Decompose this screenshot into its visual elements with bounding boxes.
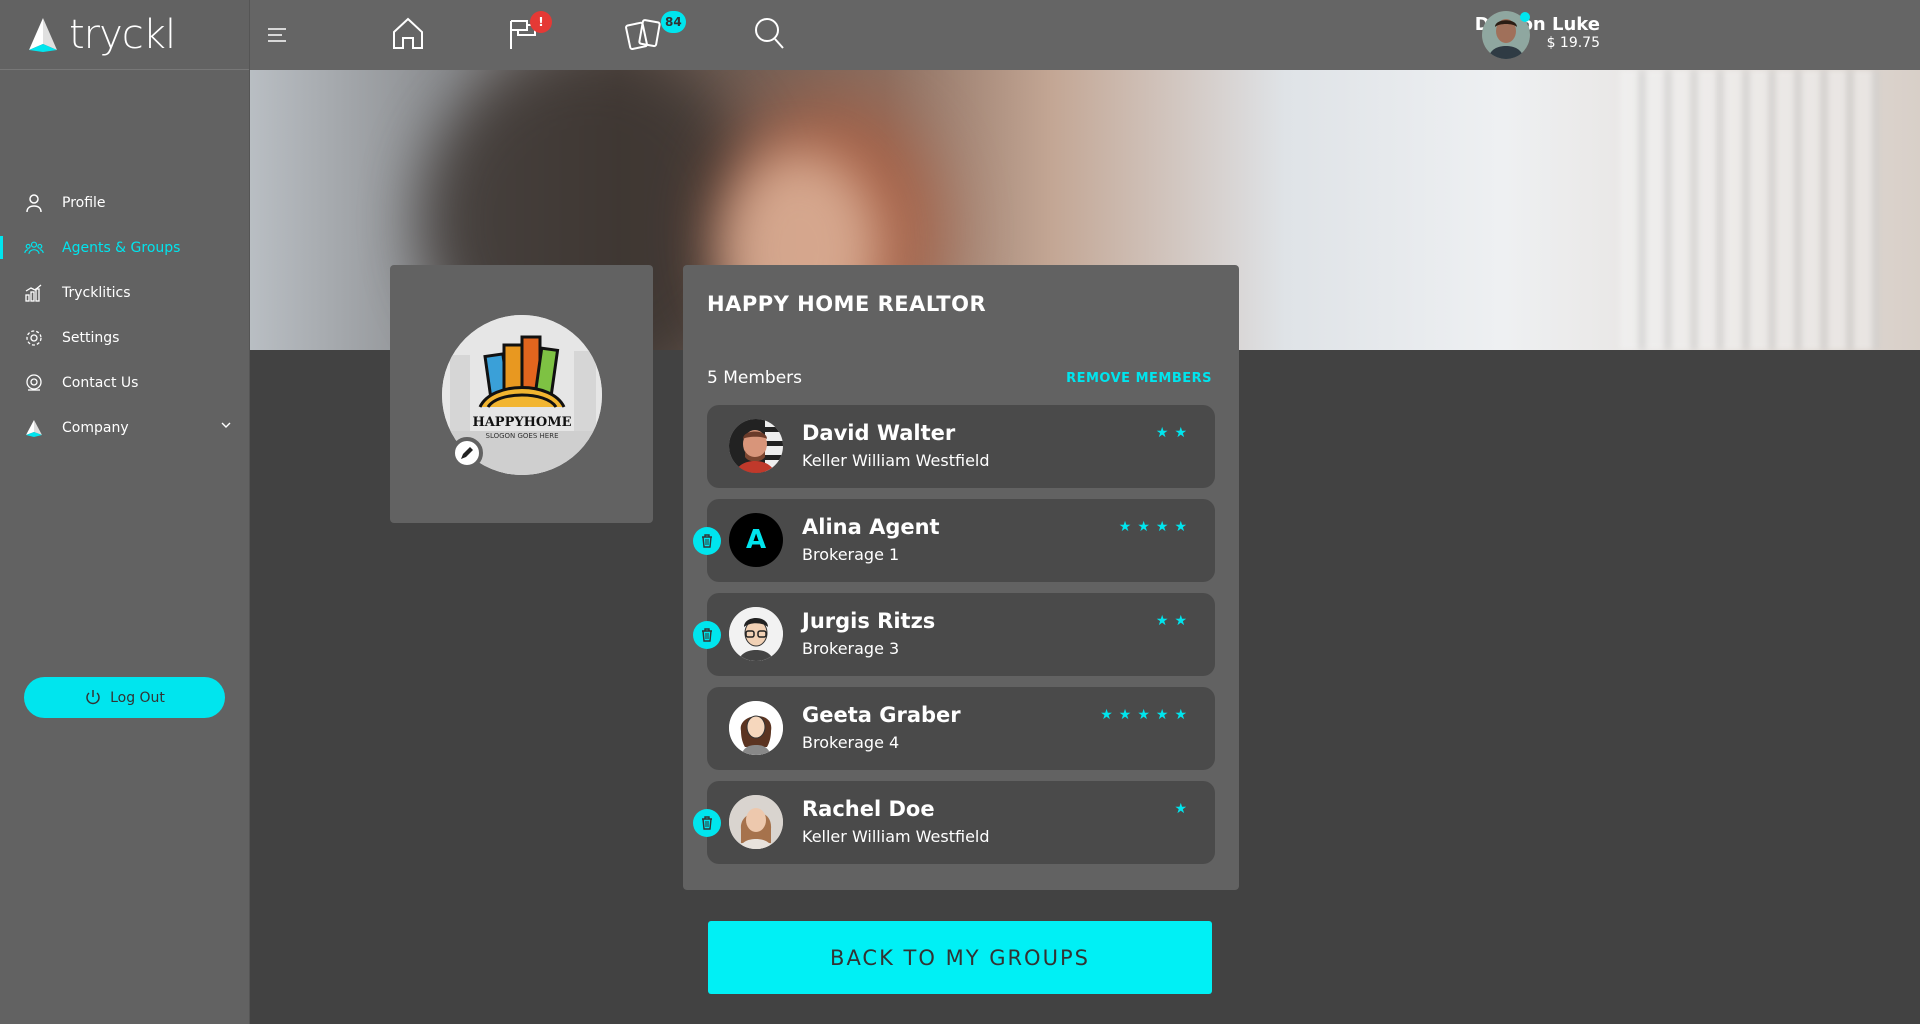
member-rating-stars: ★★★★: [1118, 519, 1193, 535]
remove-member-button[interactable]: [693, 527, 721, 555]
member-brokerage: Brokerage 1: [802, 545, 900, 564]
home-button[interactable]: [391, 15, 425, 55]
tryckl-logo-icon: [29, 17, 57, 52]
search-button[interactable]: [752, 15, 786, 55]
member-card[interactable]: Rachel Doe Keller William Westfield ★: [693, 781, 1215, 864]
home-icon: [393, 17, 423, 49]
sidebar-nav: Profile Agents & Groups Trycklitics Sett…: [0, 180, 250, 450]
sidebar-item-label: Agents & Groups: [62, 239, 181, 256]
sidebar-item-label: Company: [62, 419, 129, 436]
member-card[interactable]: A Alina Agent Brokerage 1 ★★★★: [693, 499, 1215, 582]
logout-label: Log Out: [110, 689, 165, 706]
member-initial: A: [745, 525, 767, 555]
member-brokerage: Keller William Westfield: [802, 451, 990, 470]
sidebar-item-contact-us[interactable]: Contact Us: [0, 360, 250, 405]
member-card[interactable]: David Walter Keller William Westfield ★★: [707, 405, 1215, 488]
group-title: HAPPY HOME REALTOR: [707, 292, 987, 316]
chart-icon: [25, 284, 42, 302]
sidebar-item-label: Profile: [62, 194, 106, 211]
brand-logo[interactable]: tryckl: [0, 0, 249, 70]
online-status-dot: [1520, 12, 1530, 22]
member-brokerage: Brokerage 4: [802, 733, 900, 752]
group-details-card: HAPPY HOME REALTOR 5 Members REMOVE MEMB…: [683, 265, 1239, 890]
member-avatar: [729, 419, 783, 473]
brand-name: tryckl: [69, 11, 176, 58]
user-icon: [26, 193, 42, 212]
cards-badge: 84: [661, 11, 686, 33]
member-card[interactable]: Geeta Graber Brokerage 4 ★★★★★: [707, 687, 1215, 770]
member-rating-stars: ★★: [1155, 613, 1193, 629]
hamburger-icon: [268, 28, 286, 42]
member-avatar: [729, 795, 783, 849]
chevron-down-icon: [221, 422, 231, 428]
member-rating-stars: ★★: [1155, 425, 1193, 441]
group-logo-card: HAPPYHOME SLOGON GOES HERE: [390, 265, 653, 523]
logout-button[interactable]: Log Out: [24, 677, 225, 718]
member-name: Geeta Graber: [802, 703, 961, 727]
menu-button[interactable]: [266, 23, 290, 51]
members-count: 5 Members: [707, 368, 803, 388]
member-rating-stars: ★: [1174, 801, 1193, 817]
notifications-badge: !: [530, 11, 552, 33]
gear-icon: [26, 329, 42, 346]
sidebar-item-label: Settings: [62, 329, 120, 346]
company-logo-icon: [26, 419, 42, 437]
member-brokerage: Brokerage 3: [802, 639, 900, 658]
member-name: Alina Agent: [802, 515, 940, 539]
trash-icon: [702, 816, 712, 830]
cards-icon: [625, 19, 661, 51]
back-to-groups-button[interactable]: BACK TO MY GROUPS: [708, 921, 1212, 994]
remove-members-link[interactable]: REMOVE MEMBERS: [1066, 371, 1212, 386]
search-icon: [755, 18, 784, 49]
member-avatar: [729, 701, 783, 755]
remove-member-button[interactable]: [693, 621, 721, 649]
sidebar-item-label: Contact Us: [62, 374, 139, 391]
member-brokerage: Keller William Westfield: [802, 827, 990, 846]
member-name: David Walter: [802, 421, 956, 445]
pencil-icon: [461, 447, 473, 459]
member-avatar: [729, 607, 783, 661]
trash-icon: [702, 628, 712, 642]
power-icon: [86, 689, 100, 704]
member-name: Rachel Doe: [802, 797, 935, 821]
member-card[interactable]: Jurgis Ritzs Brokerage 3 ★★: [693, 593, 1215, 676]
sidebar-item-profile[interactable]: Profile: [0, 180, 250, 225]
sidebar-item-agents-groups[interactable]: Agents & Groups: [0, 225, 250, 270]
remove-member-button[interactable]: [693, 809, 721, 837]
edit-logo-button[interactable]: [451, 437, 483, 469]
member-avatar: A: [729, 513, 783, 567]
sidebar-item-settings[interactable]: Settings: [0, 315, 250, 360]
top-bar: ! 84 Damon Luke $ 19.75: [250, 0, 1920, 70]
sidebar-item-trycklitics[interactable]: Trycklitics: [0, 270, 250, 315]
trash-icon: [702, 534, 712, 548]
support-icon: [26, 373, 42, 391]
logo-wordmark: HAPPYHOME: [472, 415, 572, 430]
group-icon: [24, 241, 44, 254]
sidebar-item-company[interactable]: Company: [0, 405, 250, 450]
cards-button[interactable]: [624, 15, 664, 55]
member-rating-stars: ★★★★★: [1100, 707, 1193, 723]
sidebar-item-label: Trycklitics: [62, 284, 131, 301]
sidebar: tryckl Profile Agents & Groups Tryckliti…: [0, 0, 250, 1024]
member-name: Jurgis Ritzs: [802, 609, 936, 633]
